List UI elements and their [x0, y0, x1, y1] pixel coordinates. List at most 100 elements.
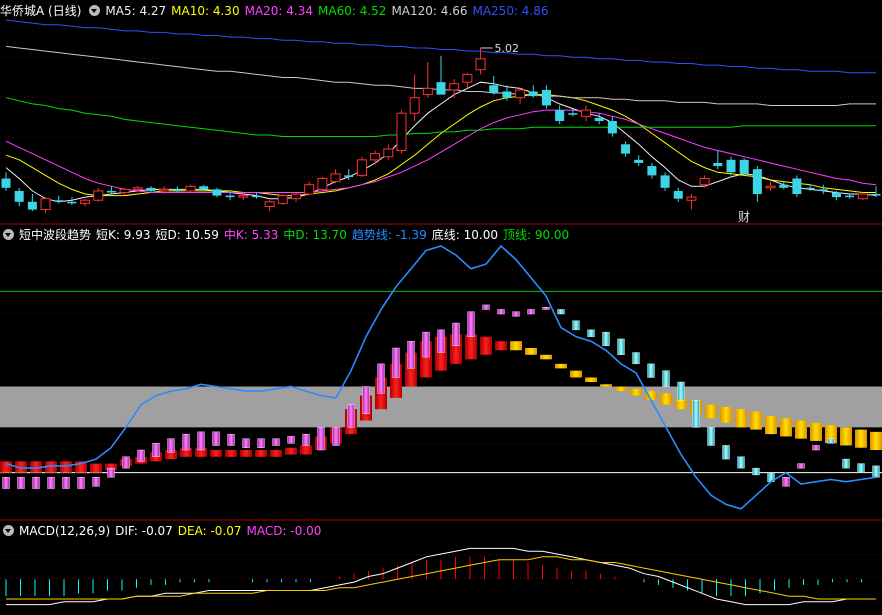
dif-label: DIF: -0.07 [115, 524, 173, 538]
top-line-label: 顶线: 90.00 [502, 228, 570, 242]
candle-body-down [1, 178, 11, 188]
candle-body-down [660, 175, 670, 188]
short-term-bar [662, 370, 670, 387]
candle-body-up [93, 190, 104, 201]
ma5-label: MA5: 4.27 [105, 4, 167, 18]
mid-term-bar [840, 427, 852, 446]
candle-body-down [528, 91, 538, 97]
mid-term-bar [0, 461, 12, 473]
mid-term-bar [615, 386, 627, 392]
short-term-bar [137, 449, 145, 462]
mid-term-bar [570, 370, 582, 378]
short-term-bar [467, 311, 475, 337]
short-term-bar [572, 320, 580, 331]
mid-term-bar [750, 411, 762, 430]
short-term-bar [362, 386, 370, 414]
mid-k-label: 中K: 5.33 [223, 228, 279, 242]
short-term-bar [107, 467, 115, 478]
short-term-bar [557, 309, 565, 315]
short-term-bar [47, 477, 55, 489]
candle-body-down [568, 113, 578, 115]
mid-term-bar [90, 463, 102, 473]
mid-term-bar [765, 416, 777, 435]
mid-term-bar [870, 431, 882, 450]
short-term-bar [692, 399, 700, 428]
trend-line-label: 趋势线: -1.39 [351, 228, 427, 242]
grey-band [0, 386, 882, 428]
short-term-bar [722, 445, 730, 460]
candle-body-up [132, 187, 143, 190]
candle-body-down [146, 187, 156, 191]
trend-line [5, 244, 877, 510]
mid-term-bar [285, 447, 297, 455]
mid-term-bar [555, 363, 567, 369]
mid-term-bar [300, 445, 312, 455]
candle-body-up [119, 188, 130, 193]
candle-body-down [726, 159, 736, 173]
short-term-bar [677, 381, 685, 401]
candle-body-up [462, 73, 473, 83]
short-term-bar [77, 477, 85, 489]
candle-body-up [686, 196, 697, 201]
candle-body-up [515, 89, 526, 99]
dropdown-icon[interactable] [89, 5, 101, 16]
short-term-bar [212, 431, 220, 446]
short-term-bar [602, 331, 610, 346]
macd-value-label: MACD: -0.00 [246, 524, 322, 538]
candle-body-up [409, 97, 420, 114]
candle-body-down [673, 190, 683, 199]
macd-panel-header: MACD(12,26,9) DIF: -0.07 DEA: -0.07 MACD: -… [0, 522, 326, 540]
short-d-label: 短D: 10.59 [155, 228, 219, 242]
dropdown-icon[interactable] [3, 525, 14, 536]
mid-term-bar [495, 341, 507, 351]
short-term-bar [17, 477, 25, 489]
short-term-bar [257, 438, 265, 448]
candle-body-down [647, 166, 657, 176]
mid-term-bar [480, 336, 492, 355]
short-term-bar [122, 456, 130, 469]
mid-term-bar [780, 418, 792, 437]
short-term-bar [647, 363, 655, 378]
short-term-bar [2, 477, 10, 489]
candle-body-up [185, 185, 196, 192]
mid-term-bar [225, 450, 237, 457]
candle-body-up [422, 87, 433, 96]
macd-title: MACD(12,26,9) [19, 524, 111, 538]
candle-body-down [555, 110, 565, 121]
short-term-bar [302, 433, 310, 446]
short-term-bar [452, 322, 460, 346]
candle-body-down [634, 159, 644, 163]
mid-term-bar [630, 388, 642, 396]
candle-body-down [805, 187, 815, 190]
candle-body-down [54, 200, 64, 202]
earnings-event-marker[interactable]: 财 [738, 208, 750, 225]
candle-body-down [106, 190, 116, 193]
dea-label: DEA: -0.07 [177, 524, 242, 538]
short-term-bar [332, 427, 340, 446]
candle-body-down [752, 169, 762, 195]
candle-body-down [67, 201, 77, 204]
candle-body-up [264, 201, 275, 207]
candle-body-down [818, 189, 828, 191]
candle-body-down [27, 201, 37, 210]
short-term-bar [62, 477, 70, 489]
candle-body-up [277, 195, 288, 204]
short-term-bar [872, 465, 880, 478]
candle-body-down [739, 159, 749, 174]
candle-body-up [699, 177, 710, 186]
short-term-bar [512, 311, 520, 317]
mid-d-label: 中D: 13.70 [283, 228, 347, 242]
candle-body-down [607, 121, 617, 134]
short-term-bar [827, 438, 835, 444]
candle-body-down [199, 186, 209, 190]
mid-term-bar [240, 450, 252, 457]
mid-term-bar [210, 450, 222, 457]
dropdown-icon[interactable] [3, 229, 14, 240]
mid-term-bar [60, 461, 72, 473]
short-term-bar [812, 445, 820, 451]
short-term-bar [287, 436, 295, 444]
short-term-bar [497, 309, 505, 315]
mid-term-bar [855, 429, 867, 448]
short-term-bar [392, 347, 400, 378]
short-term-bar [842, 458, 850, 469]
